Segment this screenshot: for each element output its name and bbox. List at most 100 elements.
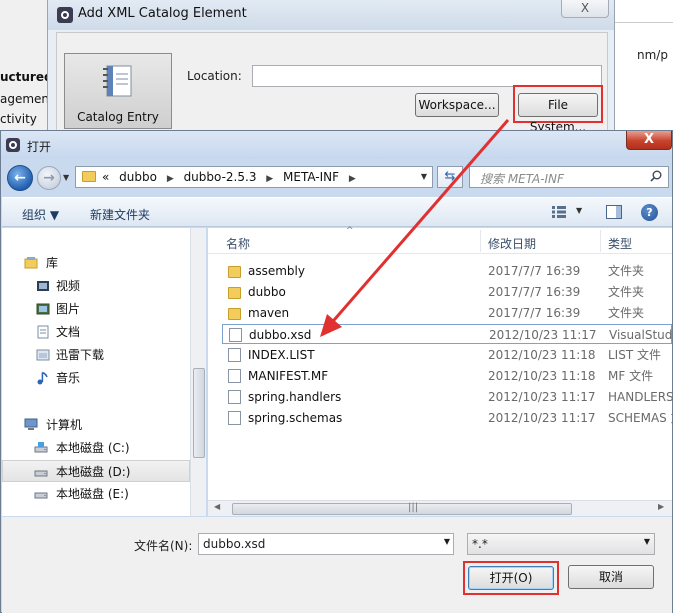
- chevron-down-icon[interactable]: ▼: [444, 537, 450, 546]
- back-button[interactable]: ←: [7, 165, 33, 191]
- file-date: 2012/10/23 11:18: [488, 369, 596, 383]
- horizontal-scrollbar-thumb[interactable]: |||: [232, 502, 572, 515]
- breadcrumb-overflow[interactable]: «: [102, 170, 109, 184]
- open-dialog-close-button[interactable]: X: [626, 131, 672, 150]
- column-divider[interactable]: [600, 230, 601, 252]
- help-icon[interactable]: ?: [641, 204, 658, 221]
- nav-scrollbar-thumb[interactable]: [193, 368, 205, 458]
- file-type: SCHEMAS 文: [608, 411, 673, 425]
- nav-scrollbar[interactable]: [190, 228, 206, 516]
- file-type: MF 文件: [608, 369, 654, 383]
- search-icon[interactable]: [650, 170, 662, 182]
- filename-input[interactable]: dubbo.xsd ▼: [198, 533, 454, 555]
- workspace-button[interactable]: Workspace...: [415, 93, 499, 117]
- file-row[interactable]: spring.schemas 2012/10/23 11:17 SCHEMAS …: [222, 408, 673, 428]
- nav-item-music[interactable]: 音乐: [2, 367, 190, 389]
- column-name[interactable]: 名称: [226, 235, 250, 252]
- file-type-filter[interactable]: *.* ▼: [467, 533, 655, 555]
- column-type[interactable]: 类型: [608, 235, 632, 252]
- column-date[interactable]: 修改日期: [488, 235, 536, 252]
- nav-computer[interactable]: 计算机: [2, 414, 190, 436]
- file-row[interactable]: spring.handlers 2012/10/23 11:17 HANDLER…: [222, 387, 673, 407]
- file-date: 2012/10/23 11:17: [488, 411, 596, 425]
- breadcrumb: « dubbo ▶ dubbo-2.5.3 ▶ META-INF ▶: [102, 170, 362, 184]
- file-type: 文件夹: [608, 306, 645, 320]
- chevron-right-icon[interactable]: ▶: [349, 174, 356, 184]
- catalog-book-icon: [103, 65, 132, 97]
- file-name: assembly: [248, 264, 305, 278]
- file-type: 文件夹: [608, 264, 645, 278]
- file-name: MANIFEST.MF: [248, 369, 329, 383]
- add-xml-catalog-dialog: Add XML Catalog Element X Catalog Entry …: [47, 0, 615, 134]
- file-system-button[interactable]: File System...: [518, 93, 598, 134]
- bg-text-1: uctured: [0, 70, 53, 84]
- nav-item-label: 图片: [56, 302, 81, 316]
- chevron-down-icon[interactable]: ▼: [644, 537, 650, 546]
- documents-icon: [37, 325, 49, 339]
- view-dropdown-icon[interactable]: ▼: [576, 206, 582, 215]
- nav-drive-e[interactable]: 本地磁盘 (E:): [2, 483, 190, 505]
- address-dropdown-icon[interactable]: ▼: [416, 167, 432, 187]
- dialog-footer: 文件名(N): dubbo.xsd ▼ *.* ▼ 打开(O) 取消: [2, 517, 672, 613]
- organize-menu[interactable]: 组织 ▼: [22, 206, 59, 223]
- file-row[interactable]: INDEX.LIST 2012/10/23 11:18 LIST 文件: [222, 345, 672, 365]
- drive-icon: [34, 492, 48, 499]
- address-bar[interactable]: « dubbo ▶ dubbo-2.5.3 ▶ META-INF ▶ ▼: [75, 166, 433, 188]
- open-button-highlight: 打开(O): [463, 561, 559, 595]
- file-row[interactable]: maven 2017/7/7 16:39 文件夹: [222, 303, 672, 323]
- nav-item-xunlei[interactable]: 迅雷下载: [2, 344, 190, 366]
- file-date: 2017/7/7 16:39: [488, 285, 581, 299]
- nav-item-documents[interactable]: 文档: [2, 321, 190, 343]
- navigation-pane: 库 视频 图片 文档 迅雷下载 音乐 计算机 本地磁盘 (C:) 本地磁盘 (D…: [2, 228, 206, 516]
- catalog-entry-label: Catalog Entry: [77, 110, 159, 124]
- scroll-right-icon[interactable]: ▶: [658, 502, 664, 511]
- file-row[interactable]: MANIFEST.MF 2012/10/23 11:18 MF 文件: [222, 366, 672, 386]
- forward-button[interactable]: →: [37, 166, 61, 190]
- location-input[interactable]: [252, 65, 602, 87]
- nav-item-pictures[interactable]: 图片: [2, 298, 190, 320]
- drive-icon: [34, 442, 48, 453]
- drive-icon: [34, 470, 48, 477]
- chevron-right-icon[interactable]: ▶: [266, 174, 273, 184]
- file-name: spring.schemas: [248, 411, 343, 425]
- video-icon: [37, 281, 49, 291]
- search-input[interactable]: 搜索 META-INF: [469, 166, 669, 188]
- nav-item-label: 文档: [56, 325, 81, 339]
- file-row-selected[interactable]: dubbo.xsd 2012/10/23 11:17 VisualStudi: [222, 324, 673, 344]
- open-dialog-title: 打开: [27, 140, 52, 154]
- preview-pane-icon[interactable]: [606, 205, 622, 219]
- view-options-icon[interactable]: [552, 206, 566, 218]
- open-button[interactable]: 打开(O): [468, 566, 554, 590]
- chevron-right-icon[interactable]: ▶: [167, 174, 174, 184]
- new-folder-button[interactable]: 新建文件夹: [90, 206, 150, 223]
- refresh-button[interactable]: ⇆: [437, 166, 463, 188]
- xml-dialog-close-button[interactable]: X: [561, 0, 609, 18]
- nav-item-label: 视频: [56, 279, 81, 293]
- eclipse-icon: [6, 138, 20, 152]
- file-row[interactable]: dubbo 2017/7/7 16:39 文件夹: [222, 282, 672, 302]
- catalog-entry-button[interactable]: Catalog Entry: [64, 53, 172, 129]
- breadcrumb-item[interactable]: META-INF: [283, 170, 339, 184]
- horizontal-scrollbar[interactable]: ◀ ||| ▶: [208, 500, 672, 516]
- history-dropdown-icon[interactable]: ▼: [63, 173, 69, 182]
- nav-library[interactable]: 库: [2, 252, 190, 274]
- file-date: 2017/7/7 16:39: [488, 306, 581, 320]
- nav-item-videos[interactable]: 视频: [2, 275, 190, 297]
- breadcrumb-item[interactable]: dubbo: [119, 170, 157, 184]
- scroll-left-icon[interactable]: ◀: [214, 502, 220, 511]
- search-placeholder: 搜索 META-INF: [480, 172, 564, 186]
- nav-drive-d[interactable]: 本地磁盘 (D:): [2, 460, 190, 482]
- cancel-button[interactable]: 取消: [568, 565, 654, 589]
- nav-drive-c[interactable]: 本地磁盘 (C:): [2, 437, 190, 459]
- column-divider[interactable]: [480, 230, 481, 252]
- file-row[interactable]: assembly 2017/7/7 16:39 文件夹: [222, 261, 672, 281]
- nav-drive-label: 本地磁盘 (C:): [56, 441, 130, 455]
- scrollbar-grip-icon: |||: [408, 502, 419, 513]
- bg-right-pane: nm/p: [612, 0, 673, 130]
- download-folder-icon: [36, 349, 50, 361]
- xml-dialog-titlebar: Add XML Catalog Element: [48, 0, 614, 30]
- filename-value: dubbo.xsd: [203, 537, 266, 551]
- file-date: 2012/10/23 11:17: [488, 390, 596, 404]
- sort-ascending-icon: ^: [346, 226, 354, 236]
- breadcrumb-item[interactable]: dubbo-2.5.3: [184, 170, 257, 184]
